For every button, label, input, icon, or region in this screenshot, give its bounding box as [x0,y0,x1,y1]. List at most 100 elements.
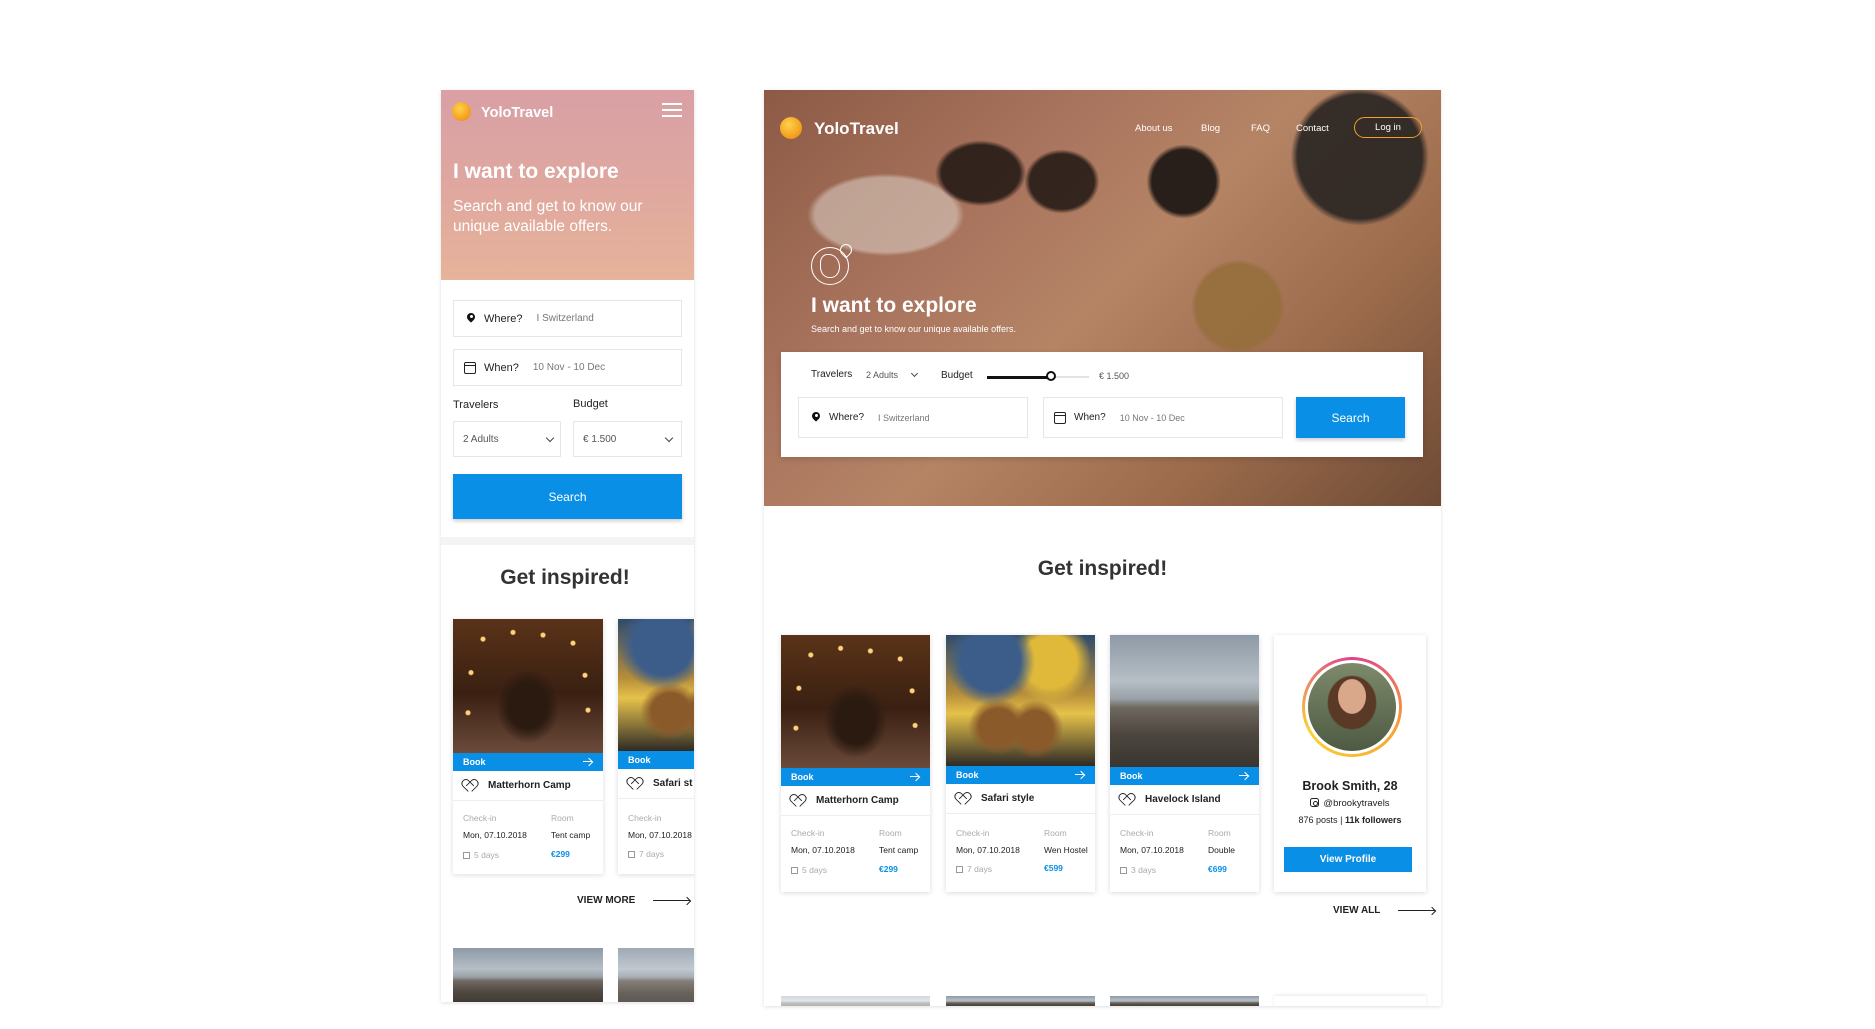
location-pin-icon [466,313,476,325]
trip-card[interactable]: Book Safari st Check-in Mon, 07.10.2018 … [618,619,694,874]
calendar-icon [628,851,635,858]
price: €599 [1044,863,1063,873]
view-profile-button[interactable]: View Profile [1284,847,1412,872]
nav-about[interactable]: About us [1135,123,1173,134]
hero-subtitle: Search and get to know our unique availa… [811,324,1016,334]
trip-photo[interactable] [1110,996,1259,1006]
card-name-row: Matterhorn Camp [453,771,603,801]
when-field[interactable]: When? 10 Nov - 10 Dec [453,349,682,386]
search-button[interactable]: Search [1296,397,1405,438]
brand-name[interactable]: YoloTravel [481,105,553,121]
login-button[interactable]: Log in [1354,117,1422,138]
card-name-row: Safari style [946,784,1095,814]
book-button[interactable]: Book [1110,767,1259,785]
arrow-right-icon [1075,771,1085,779]
desktop-hero: YoloTravel About us Blog FAQ Contact Log… [764,90,1441,506]
arrow-right-icon [1398,907,1436,915]
room-label: Room [1044,828,1067,838]
trip-photo[interactable] [1110,635,1259,767]
room-type: Tent camp [879,845,919,855]
book-label: Book [628,755,651,765]
book-label: Book [956,770,979,780]
logo-sun-icon[interactable] [452,102,471,121]
calendar-icon [1120,867,1127,874]
book-label: Book [1120,771,1143,781]
trip-photo[interactable] [781,996,930,1006]
duration: 7 days [956,864,992,874]
budget-slider[interactable] [987,370,1089,384]
logo-sun-icon[interactable] [780,117,802,139]
when-field[interactable]: When? 10 Nov - 10 Dec [1043,397,1283,438]
trip-photo[interactable] [618,948,694,1002]
when-value[interactable]: 10 Nov - 10 Dec [533,362,605,373]
nav-contact[interactable]: Contact [1296,123,1329,134]
duration: 5 days [791,865,827,875]
budget-label: Budget [573,398,608,410]
calendar-icon [463,852,470,859]
where-field[interactable]: Where? I Switzerland [453,300,682,337]
room-label: Room [1208,828,1231,838]
trip-card[interactable]: Book Matterhorn Camp Check-in Room Mon, … [453,619,603,874]
slider-fill [987,375,1052,379]
mobile-mockup: YoloTravel I want to explore Search and … [441,90,694,1002]
menu-icon[interactable] [662,103,682,117]
book-button[interactable]: Book [946,766,1095,784]
book-button[interactable]: Book [781,768,930,786]
card-name: Safari style [981,793,1035,804]
avatar[interactable] [1305,660,1399,754]
brand-name[interactable]: YoloTravel [814,119,899,139]
slider-knob[interactable] [1046,371,1057,381]
when-value[interactable]: 10 Nov - 10 Dec [1120,413,1185,423]
travelers-select[interactable]: 2 Adults [866,369,926,384]
travelers-value: 2 Adults [866,370,899,380]
heart-icon[interactable] [1120,794,1133,806]
nav-blog[interactable]: Blog [1201,123,1220,134]
trip-photo[interactable] [453,619,603,753]
travelers-select[interactable]: 2 Adults [453,421,561,457]
room-type: Double [1208,845,1235,855]
where-label: Where? [484,312,523,325]
room-type: Tent camp [551,830,591,840]
nav-faq[interactable]: FAQ [1251,123,1270,134]
search-button[interactable]: Search [453,474,682,519]
room-label: Room [879,828,902,838]
book-button[interactable]: Book [453,753,603,771]
trip-card[interactable]: Book Safari style Check-in Room Mon, 07.… [946,635,1095,892]
trip-photo[interactable] [453,948,603,1002]
inspired-title: Get inspired! [1037,557,1168,580]
where-value[interactable]: I Switzerland [878,413,930,423]
view-more-link[interactable]: VIEW MORE [577,895,691,906]
trip-photo[interactable] [946,996,1095,1006]
profile-handle-row[interactable]: @brookytravels [1274,798,1426,809]
profile-posts: 876 posts [1298,815,1338,825]
book-button[interactable]: Book [618,751,694,769]
budget-select[interactable]: € 1.500 [573,421,682,457]
budget-value: € 1.500 [583,433,617,445]
travelers-value: 2 Adults [463,433,499,445]
checkin-date: Mon, 07.10.2018 [791,845,855,855]
duration: 5 days [463,850,499,860]
profile-card: Brook Smith, 28 @brookytravels 876 posts… [1274,635,1426,892]
trip-photo[interactable] [946,635,1095,766]
heart-icon[interactable] [463,780,476,792]
duration-text: 7 days [639,849,665,859]
duration-text: 7 days [967,864,993,874]
trip-card[interactable]: Book Havelock Island Check-in Room Mon, … [1110,635,1259,892]
heart-icon[interactable] [791,795,804,807]
where-value[interactable]: I Switzerland [537,313,594,324]
heart-icon[interactable] [956,793,969,805]
checkin-date: Mon, 07.10.2018 [1120,845,1184,855]
arrow-right-icon [583,758,593,766]
calendar-icon [791,867,798,874]
arrow-right-icon [653,897,691,905]
view-all-link[interactable]: VIEW ALL [1333,905,1436,916]
travelers-label: Travelers [811,369,853,380]
when-label: When? [1074,412,1106,423]
trip-card[interactable]: Book Matterhorn Camp Check-in Room Mon, … [781,635,930,892]
trip-photo[interactable] [781,635,930,768]
heart-icon[interactable] [628,778,641,790]
trip-photo[interactable] [618,619,694,751]
instagram-icon [1310,798,1320,807]
where-field[interactable]: Where? I Switzerland [798,397,1028,438]
checkin-label: Check-in [791,828,825,838]
